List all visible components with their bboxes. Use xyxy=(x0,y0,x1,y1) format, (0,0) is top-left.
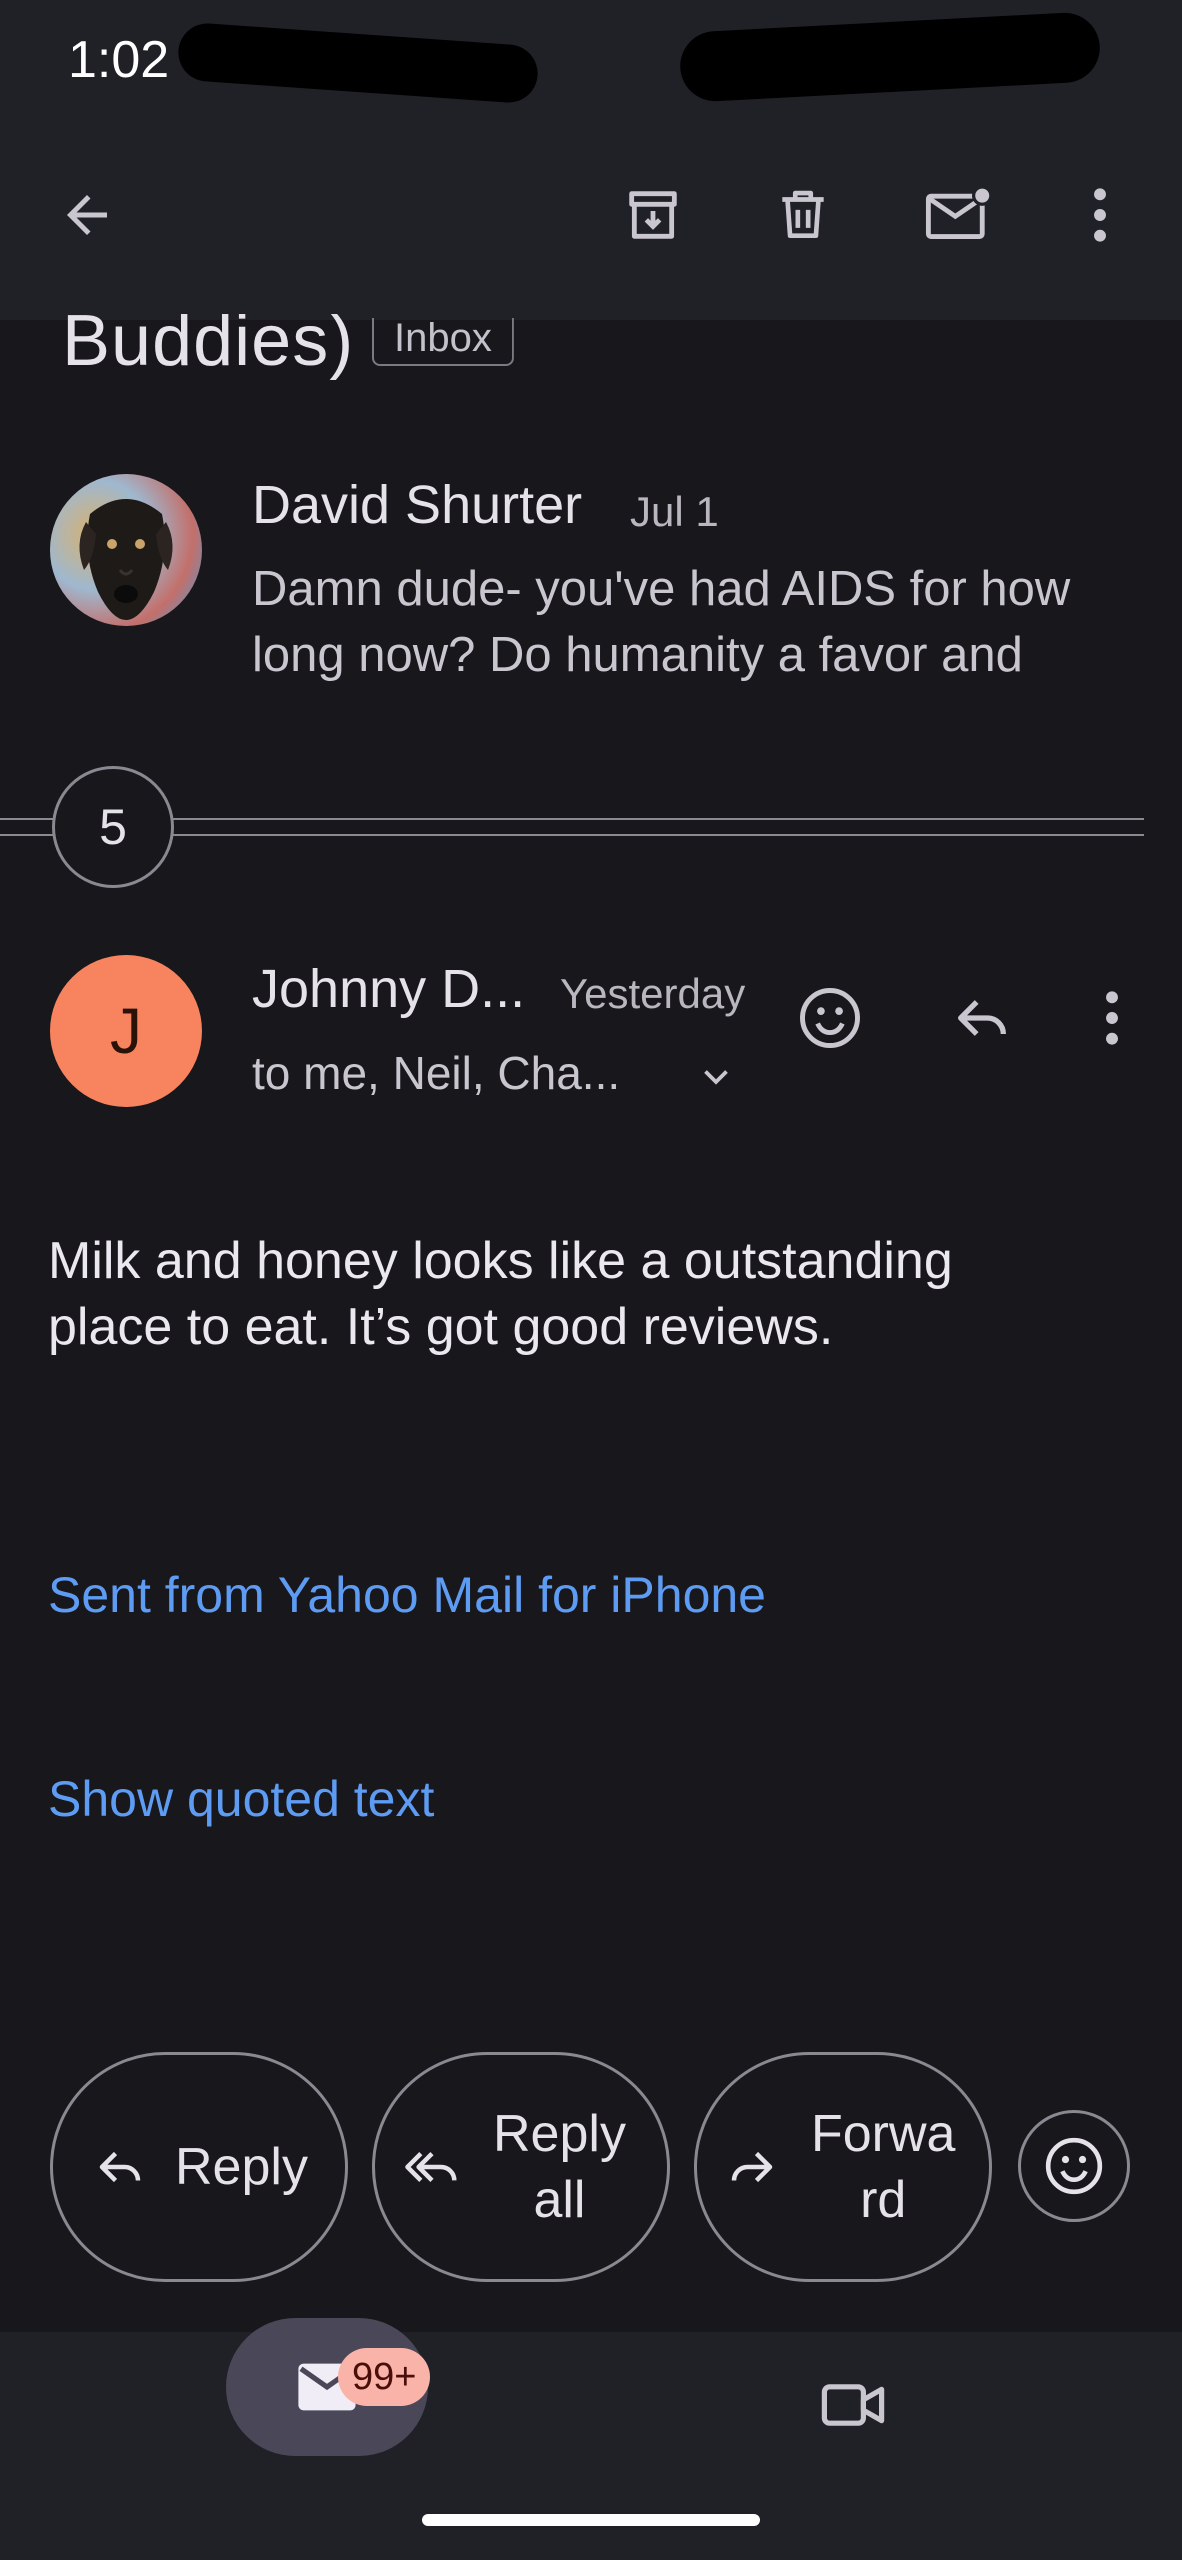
reply-all-label: all xyxy=(533,2171,586,2229)
emoji-icon xyxy=(1045,2137,1103,2195)
reply-all-label: Reply xyxy=(493,2105,626,2163)
message-date: Yesterday xyxy=(560,970,746,1017)
emoji-icon xyxy=(800,988,860,1048)
message-date: Jul 1 xyxy=(630,488,719,535)
show-quoted-text-link[interactable]: Show quoted text xyxy=(48,1770,434,1828)
body-line: Milk and honey looks like a outstanding xyxy=(48,1232,953,1290)
body-line: place to eat. It’s got good reviews. xyxy=(48,1298,834,1356)
inbox-label-chip[interactable]: Inbox xyxy=(372,318,514,366)
screen: 1:02 Buddies) Inbox David Shurter Jul 1 … xyxy=(0,0,1182,2560)
reply-label: Reply xyxy=(175,2138,308,2196)
recipients-expand-button[interactable] xyxy=(690,1050,742,1102)
sender-name: Johnny D... xyxy=(252,959,526,1019)
home-indicator[interactable] xyxy=(422,2514,760,2526)
back-button[interactable] xyxy=(42,170,132,260)
delete-button[interactable] xyxy=(758,170,848,260)
redaction-mark xyxy=(678,11,1102,103)
message-more-button[interactable] xyxy=(1070,976,1154,1060)
arrow-back-icon xyxy=(67,195,107,235)
reply-all-icon xyxy=(405,2152,457,2182)
forward-icon xyxy=(731,2151,773,2183)
forward-label: rd xyxy=(860,2171,907,2229)
more-vert-icon xyxy=(1106,991,1118,1045)
unread-count-badge: 99+ xyxy=(338,2348,431,2406)
archive-button[interactable] xyxy=(608,170,698,260)
recipients[interactable]: to me, Neil, Cha... xyxy=(252,1046,620,1100)
status-bar: 1:02 xyxy=(0,0,1182,120)
reply-icon xyxy=(99,2151,141,2183)
mark-unread-icon xyxy=(925,185,993,239)
chevron-down-icon xyxy=(704,1070,728,1085)
sender-name: David Shurter xyxy=(252,475,583,535)
snippet-line: long now? Do humanity a favor and xyxy=(252,628,1023,682)
snippet-line: Damn dude- you've had AIDS for how xyxy=(252,562,1071,616)
message-snippet[interactable]: Damn dude- you've had AIDS for how long … xyxy=(252,556,1152,688)
signature-link[interactable]: Sent from Yahoo Mail for iPhone xyxy=(48,1566,766,1624)
nav-meet-tab[interactable] xyxy=(808,2360,898,2450)
more-options-button[interactable] xyxy=(1058,170,1142,260)
forward-pill-button[interactable]: Forwa rd xyxy=(694,2052,992,2282)
more-vert-icon xyxy=(1094,188,1106,242)
reply-button[interactable] xyxy=(940,976,1024,1060)
reply-all-pill-button[interactable]: Reply all xyxy=(372,2052,670,2282)
dog-photo-avatar xyxy=(50,474,202,626)
collapsed-count-button[interactable]: 5 xyxy=(52,766,174,888)
reply-pill-button[interactable]: Reply xyxy=(50,2052,348,2282)
forward-label: Forwa xyxy=(811,2105,956,2163)
redaction-mark xyxy=(176,21,540,105)
react-emoji-button[interactable] xyxy=(1018,2110,1130,2222)
add-reaction-button[interactable] xyxy=(788,976,872,1060)
avatar[interactable] xyxy=(50,474,202,626)
video-camera-icon xyxy=(821,2384,885,2426)
reply-icon xyxy=(958,1000,1006,1036)
message-body: Milk and honey looks like a outstanding … xyxy=(48,1228,1128,1360)
delete-icon xyxy=(782,190,824,238)
mark-unread-button[interactable] xyxy=(908,170,1008,260)
avatar[interactable]: J xyxy=(50,955,202,1107)
status-time: 1:02 xyxy=(68,31,170,89)
archive-icon xyxy=(629,191,677,239)
